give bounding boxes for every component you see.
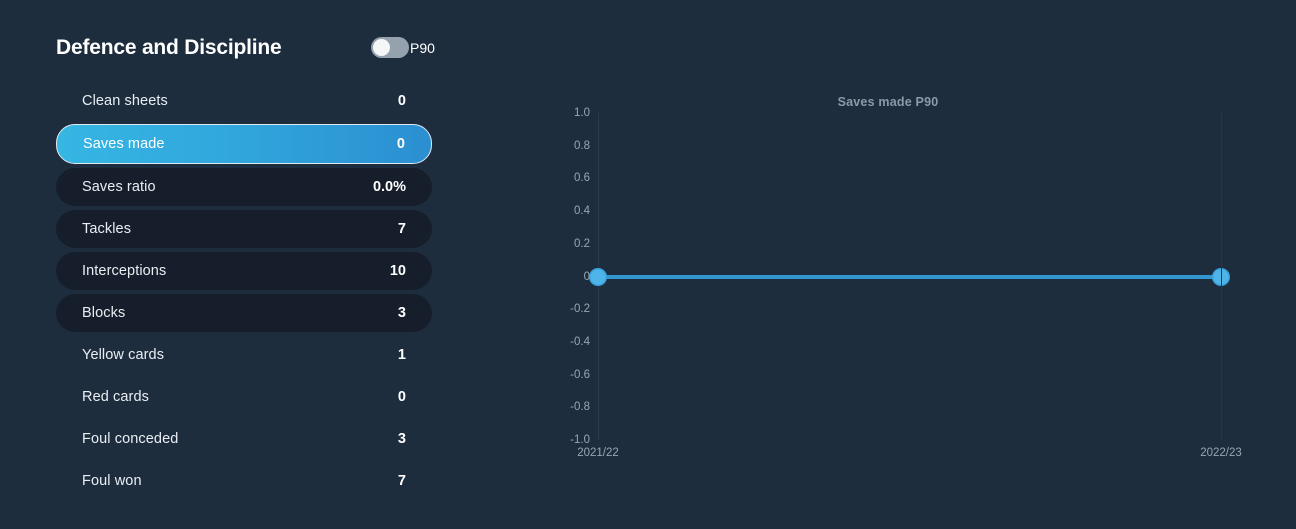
stat-label: Red cards xyxy=(82,389,149,405)
stat-row-saves-made[interactable]: Saves made 0 xyxy=(56,124,432,164)
y-tick-label: -0.6 xyxy=(570,368,590,381)
stat-row-saves-ratio[interactable]: Saves ratio 0.0% xyxy=(56,168,432,206)
y-tick-label: -0.4 xyxy=(570,335,590,348)
y-tick-label: 0.2 xyxy=(574,237,590,250)
stat-row-clean-sheets[interactable]: Clean sheets 0 xyxy=(56,82,432,120)
stat-row-yellow-cards[interactable]: Yellow cards 1 xyxy=(56,336,432,374)
y-tick-label: 1.0 xyxy=(574,107,590,119)
stat-value: 10 xyxy=(389,263,406,279)
stat-value: 3 xyxy=(397,305,406,321)
y-tick-label: 0.6 xyxy=(574,172,590,185)
stat-label: Saves ratio xyxy=(82,179,156,195)
plot-region xyxy=(590,113,1229,440)
p90-toggle-group[interactable]: P90 xyxy=(371,37,435,58)
stat-row-red-cards[interactable]: Red cards 0 xyxy=(56,378,432,416)
stat-label: Saves made xyxy=(83,136,165,152)
panel-header: Defence and Discipline P90 xyxy=(56,36,435,60)
p90-toggle-label: P90 xyxy=(410,39,435,56)
y-tick-label: -0.2 xyxy=(570,303,590,316)
stat-row-blocks[interactable]: Blocks 3 xyxy=(56,294,432,332)
toggle-knob xyxy=(373,39,390,56)
stat-value: 0 xyxy=(397,93,406,109)
defence-and-discipline-panel: Defence and Discipline P90 Clean sheets 0… xyxy=(0,0,1296,529)
y-tick-label: -0.8 xyxy=(570,401,590,414)
stat-row-interceptions[interactable]: Interceptions 10 xyxy=(56,252,432,290)
stat-label: Tackles xyxy=(82,221,132,237)
stat-label: Blocks xyxy=(82,305,126,321)
stat-label: Foul won xyxy=(82,473,142,489)
y-tick-label: -1.0 xyxy=(570,434,590,446)
stat-value: 7 xyxy=(397,221,406,237)
stat-value: 1 xyxy=(397,347,406,363)
chart-title: Saves made P90 xyxy=(837,95,939,109)
chart-panel: Saves made P90 1.0 0.8 0.6 0.4 0.2 0 -0.2 -0.4 -… xyxy=(480,0,1296,529)
stat-value: 3 xyxy=(397,431,406,447)
stat-label: Clean sheets xyxy=(82,93,168,109)
x-tick-label: 2022/23 xyxy=(1200,447,1242,459)
stat-row-foul-won[interactable]: Foul won 7 xyxy=(56,462,432,500)
page-title: Defence and Discipline xyxy=(56,36,282,59)
stat-value: 0 xyxy=(396,136,405,152)
stat-value: 0 xyxy=(397,389,406,405)
y-tick-label: 0.8 xyxy=(574,139,590,152)
vertical-gridline xyxy=(1221,113,1222,440)
x-tick-label: 2021/22 xyxy=(577,447,619,459)
y-tick-label: 0 xyxy=(583,270,590,283)
stats-sidebar: Defence and Discipline P90 Clean sheets 0… xyxy=(0,0,480,529)
series-line-segment xyxy=(598,274,1221,279)
stat-value: 7 xyxy=(397,473,406,489)
y-tick-label: 0.4 xyxy=(574,205,590,218)
stat-label: Yellow cards xyxy=(82,347,165,363)
data-point-marker[interactable] xyxy=(590,269,606,284)
stat-label: Foul conceded xyxy=(82,431,179,447)
stat-list: Clean sheets 0 Saves made 0 Saves ratio 0.0% T… xyxy=(56,82,432,504)
p90-toggle-switch[interactable] xyxy=(371,37,409,58)
stat-row-foul-conceded[interactable]: Foul conceded 3 xyxy=(56,420,432,458)
stat-label: Interceptions xyxy=(82,263,167,279)
stat-value: 0.0% xyxy=(372,179,406,195)
stat-row-tackles[interactable]: Tackles 7 xyxy=(56,210,432,248)
y-axis-ticks: 1.0 0.8 0.6 0.4 0.2 0 -0.2 -0.4 -0.6 -0.8 -1.0 xyxy=(518,107,590,446)
